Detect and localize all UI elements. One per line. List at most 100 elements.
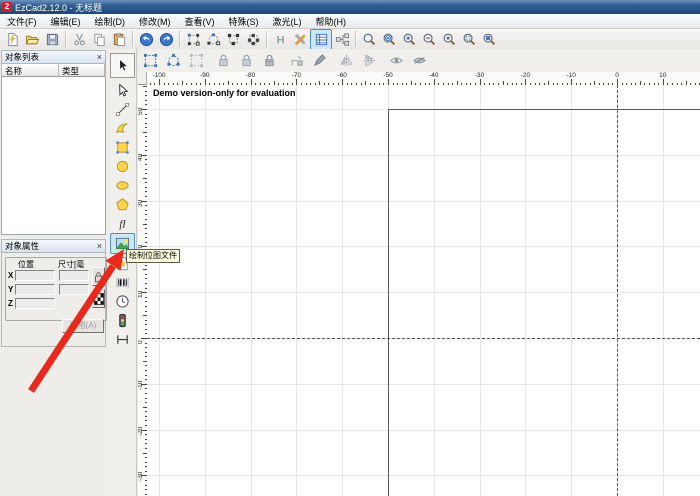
array-params-button[interactable] — [92, 289, 105, 308]
node-merge-button[interactable] — [243, 30, 263, 49]
barcode-tool-button[interactable] — [111, 273, 134, 292]
save-button[interactable] — [42, 30, 62, 49]
node-select-button[interactable] — [162, 50, 184, 71]
zoom-in-button[interactable] — [399, 30, 419, 49]
timer-tool-button[interactable] — [111, 292, 134, 311]
zoom-out-button[interactable] — [419, 30, 439, 49]
tooltip-draw-bitmap: 绘制位图文件 — [126, 249, 180, 263]
app-window: 2 EzCad2.12.0 - 无标题 文件(F) 编辑(E) 绘制(D) 修改… — [0, 0, 700, 496]
zoom-object-button[interactable] — [439, 30, 459, 49]
close-icon[interactable]: × — [97, 242, 102, 251]
lock-y-button[interactable] — [235, 50, 257, 71]
cut-button[interactable] — [69, 30, 89, 49]
text-tool-button[interactable]: fI — [111, 214, 134, 233]
input-port-tool-button[interactable] — [111, 311, 134, 330]
ruler-label: 10 — [659, 72, 666, 79]
ruler-label: -90 — [200, 72, 209, 79]
port-map-button[interactable] — [332, 30, 352, 49]
curve-tool-button[interactable] — [111, 119, 134, 138]
select-tool-button[interactable] — [110, 53, 135, 78]
curve-edit-button[interactable] — [183, 30, 203, 49]
zoom-all-button[interactable] — [479, 30, 499, 49]
node2-icon — [206, 32, 221, 47]
clock-icon — [115, 294, 130, 309]
redo-icon — [159, 32, 174, 47]
pos-x-input[interactable] — [15, 270, 55, 281]
lock2-icon — [262, 53, 277, 68]
menu-item-edit[interactable]: 编辑(E) — [44, 15, 88, 28]
window-title: EzCad2.12.0 - 无标题 — [15, 1, 102, 14]
rectangle-tool-button[interactable] — [111, 138, 134, 157]
redo-button[interactable] — [156, 30, 176, 49]
open-button[interactable] — [22, 30, 42, 49]
hide-object-button[interactable] — [408, 50, 430, 71]
grid-line — [205, 85, 206, 496]
new-button[interactable] — [2, 30, 22, 49]
menu-item-modify[interactable]: 修改(M) — [132, 15, 178, 28]
fill-button[interactable] — [308, 50, 330, 71]
sel_all-icon — [143, 53, 158, 68]
ruler-label: -100 — [152, 72, 165, 79]
menu-item-help[interactable]: 帮助(H) — [309, 15, 354, 28]
axis-x-label: X — [8, 271, 13, 280]
ellipse-tool-button[interactable] — [111, 176, 134, 195]
column-name[interactable]: 名称 — [2, 64, 59, 77]
show-object-button[interactable] — [385, 50, 407, 71]
mirror-horizontal-button[interactable] — [335, 50, 357, 71]
system-params-button[interactable] — [290, 30, 310, 49]
work-area-boundary — [388, 109, 700, 496]
mirror-vertical-button[interactable] — [358, 50, 380, 71]
horizontal-ruler: -100-90-80-70-60-50-40-30-20-10010 — [147, 72, 700, 86]
menu-item-laser[interactable]: 激光(L) — [266, 15, 309, 28]
pos-y-input[interactable] — [15, 284, 55, 295]
properties-panel: 对象属性 × 位置 尺寸[毫 X Y Z — [1, 239, 106, 347]
draw-toolbar: fI — [108, 49, 137, 496]
mirror_v-icon — [362, 53, 377, 68]
menu-item-file[interactable]: 文件(F) — [0, 15, 44, 28]
menu-item-special[interactable]: 特殊(S) — [222, 15, 266, 28]
ruler-label: -40 — [429, 72, 438, 79]
box-select-button[interactable] — [185, 50, 207, 71]
node-add-button[interactable] — [203, 30, 223, 49]
menu-item-draw[interactable]: 绘制(D) — [88, 15, 133, 28]
line-tool-button[interactable] — [111, 100, 134, 119]
menu-item-view[interactable]: 查看(V) — [178, 15, 222, 28]
cursor_o-icon — [115, 83, 130, 98]
lock-all-button[interactable] — [258, 50, 280, 71]
keep-ratio-lock-button[interactable] — [92, 267, 105, 286]
paste-button[interactable] — [109, 30, 129, 49]
apply-button[interactable]: 应用(A) — [62, 319, 104, 333]
copy-button[interactable] — [89, 30, 109, 49]
axis-y-label: Y — [8, 285, 13, 294]
toolbar-separator — [62, 31, 69, 47]
ellipse-icon — [115, 178, 130, 193]
lock-x-button[interactable] — [212, 50, 234, 71]
object-list-toggle-button[interactable] — [310, 29, 332, 50]
node3-icon — [226, 32, 241, 47]
node-delete-button[interactable] — [223, 30, 243, 49]
edit-toolbar — [138, 49, 700, 73]
column-type[interactable]: 类型 — [59, 64, 105, 77]
hatch-icon: H — [273, 32, 288, 47]
rect-icon — [115, 140, 130, 155]
polygon-tool-button[interactable] — [111, 195, 134, 214]
circle-tool-button[interactable] — [111, 157, 134, 176]
object-list[interactable] — [1, 77, 106, 235]
zoom-window-button[interactable] — [379, 30, 399, 49]
zoom-selection-button[interactable] — [459, 30, 479, 49]
drawing-canvas[interactable]: Demo version-only for evaluation — [147, 85, 700, 496]
pos-z-input[interactable] — [15, 298, 55, 309]
undo-button[interactable] — [136, 30, 156, 49]
node-edit-tool-button[interactable] — [111, 81, 134, 100]
select-all-button[interactable] — [139, 50, 161, 71]
zoom-move-button[interactable] — [359, 30, 379, 49]
origin-axis-vertical — [617, 85, 618, 496]
ruler-label: -50 — [383, 72, 392, 79]
size-x-input[interactable] — [59, 270, 89, 281]
ruler-label: 40 — [138, 149, 145, 161]
hatch-button[interactable]: H — [270, 30, 290, 49]
close-icon[interactable]: × — [97, 53, 102, 62]
output-port-tool-button[interactable] — [111, 330, 134, 349]
size-y-input[interactable] — [59, 284, 89, 295]
unlock-button[interactable] — [285, 50, 307, 71]
